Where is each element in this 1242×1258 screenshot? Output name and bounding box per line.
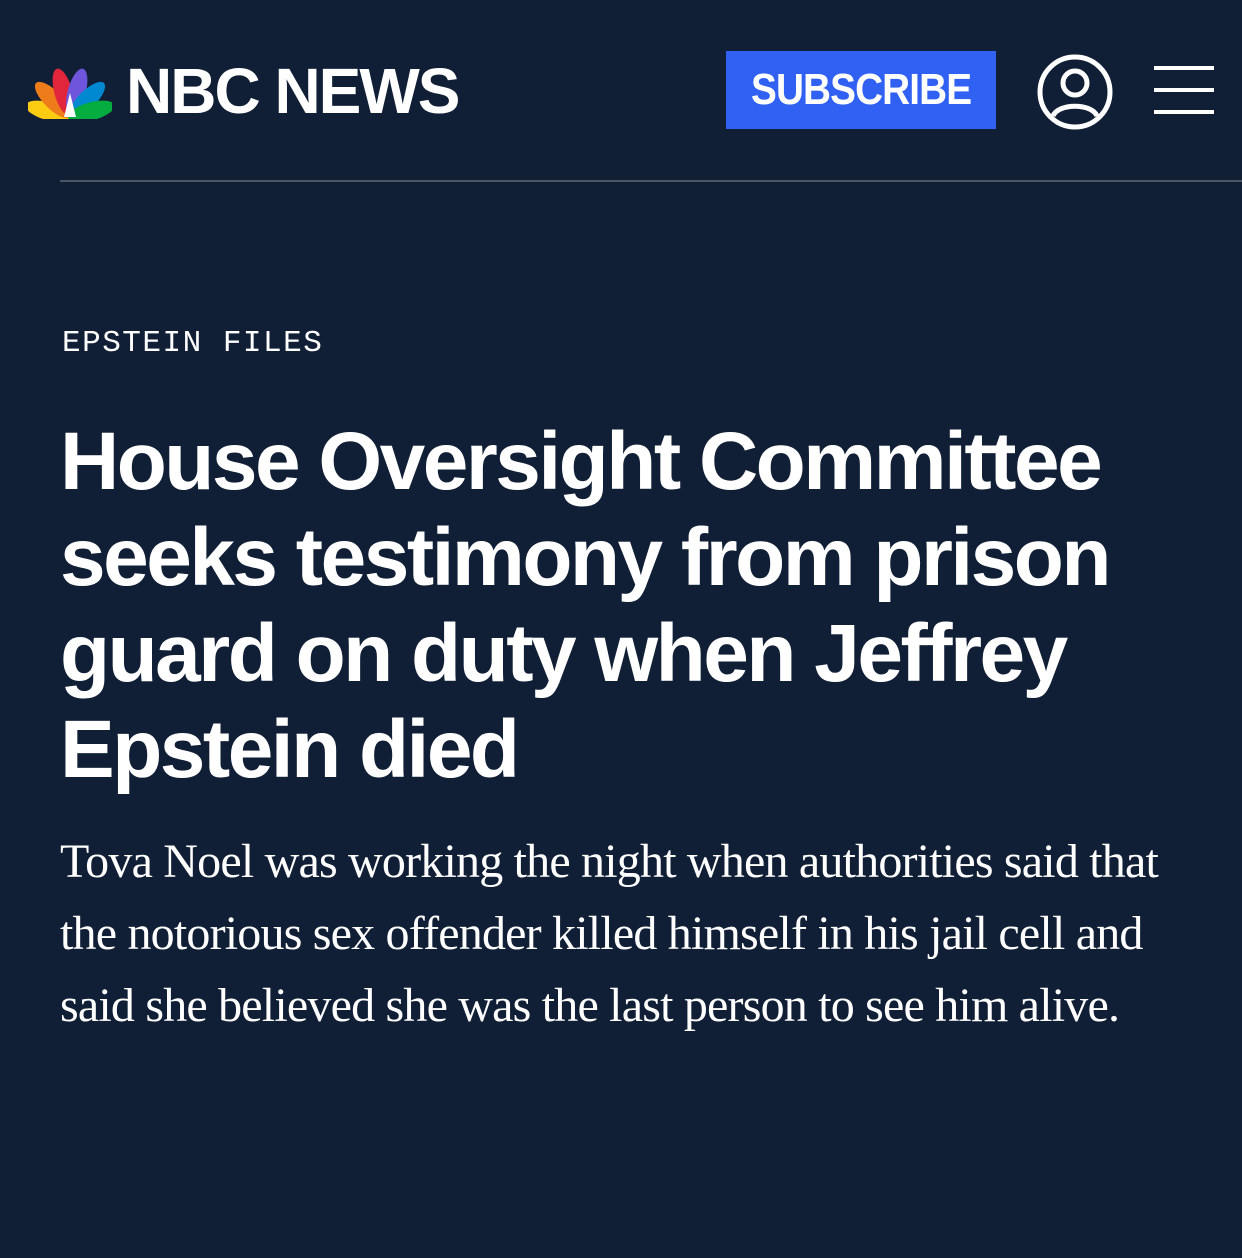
article-dek: Tova Noel was working the night when aut… (60, 835, 1159, 1032)
article-page: NBC NEWS SUBSCRIBE EPSTEIN FILES House O… (0, 0, 1242, 1258)
section-label[interactable]: EPSTEIN FILES (62, 326, 323, 361)
nbc-news-logo[interactable]: NBC NEWS (28, 55, 460, 127)
hamburger-menu-icon[interactable] (1154, 64, 1214, 116)
logo-wordmark: NBC NEWS (126, 55, 460, 127)
subscribe-button[interactable]: SUBSCRIBE (726, 51, 996, 129)
site-header: NBC NEWS SUBSCRIBE (0, 0, 1242, 182)
subscribe-label: SUBSCRIBE (750, 65, 972, 114)
nbc-peacock-icon (28, 68, 112, 119)
header-divider (60, 180, 1242, 182)
user-account-icon[interactable] (1036, 53, 1114, 131)
article-headline: House Oversight Committee seeks testimon… (60, 416, 1111, 795)
